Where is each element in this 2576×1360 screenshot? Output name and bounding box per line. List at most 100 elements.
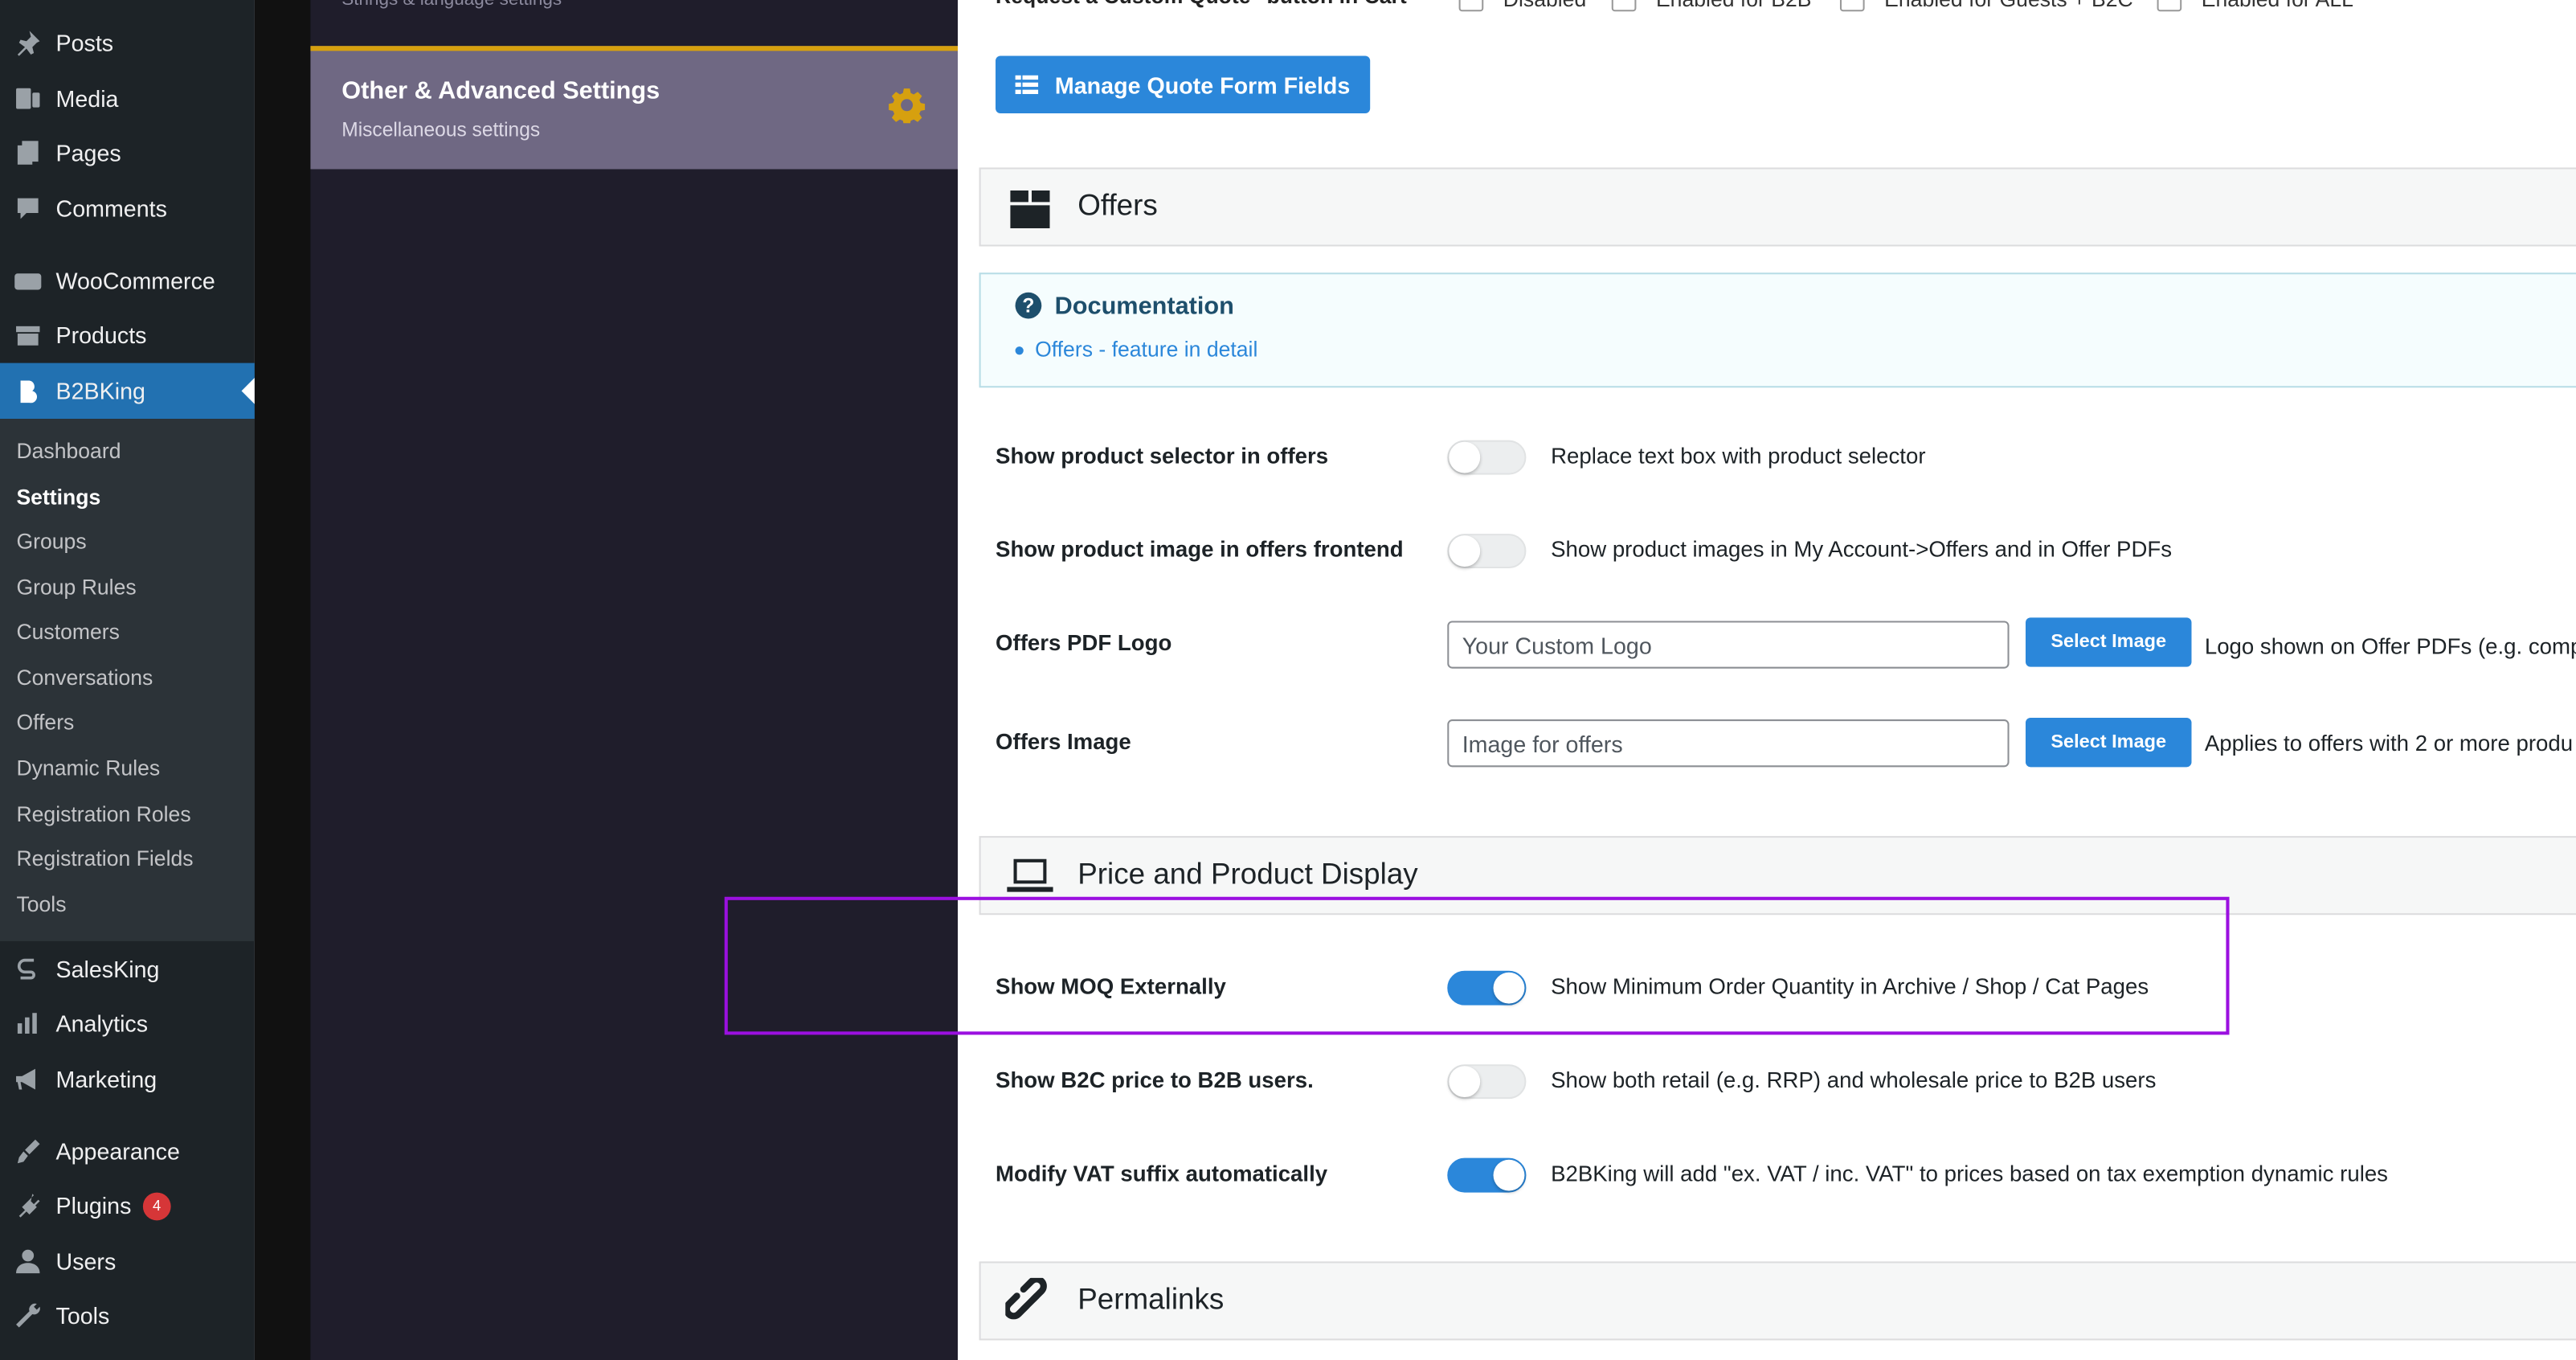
menu-marketing[interactable]: Marketing	[0, 1051, 255, 1107]
submenu-item-customers[interactable]: Customers	[16, 616, 120, 649]
documentation-box: ? Documentation Offers - feature in deta…	[979, 272, 2576, 388]
bullet-icon	[1015, 346, 1024, 355]
section-title: Offers	[1077, 189, 1158, 222]
list-icon	[1015, 74, 1039, 93]
wrench-icon	[0, 1301, 56, 1330]
products-icon	[0, 320, 56, 350]
option-label: Enabled for Guests + B2C	[1884, 0, 2133, 11]
product-selector-toggle[interactable]	[1447, 440, 1527, 475]
toggle-knob	[1449, 535, 1481, 567]
menu-pages[interactable]: Pages	[0, 125, 255, 180]
setting-description: Replace text box with product selector	[1551, 443, 1926, 469]
b2bking-icon	[0, 376, 56, 406]
permalinks-section-header: Permalinks	[979, 1261, 2576, 1341]
b2bking-submenu: Dashboard Settings Groups Group Rules Cu…	[0, 419, 255, 941]
menu-b2bking[interactable]: B2BKing	[0, 363, 255, 420]
setting-label: Offers PDF Logo	[996, 630, 1172, 656]
quote-option-disabled[interactable]: Disabled	[1458, 0, 1586, 12]
select-offer-image-button[interactable]: Select Image	[2025, 718, 2192, 768]
admin-sidebar: Posts Media Pages Comments WooCommerce P…	[0, 0, 255, 1360]
menu-label: WooCommerce	[55, 268, 215, 294]
documentation-link[interactable]: Offers - feature in detail	[1035, 337, 1257, 362]
menu-label: Appearance	[55, 1138, 180, 1165]
tab-title: Other & Advanced Settings	[341, 77, 660, 105]
plug-icon	[0, 1191, 56, 1221]
setting-description: Show both retail (e.g. RRP) and wholesal…	[1551, 1067, 2157, 1092]
menu-analytics[interactable]: Analytics	[0, 995, 255, 1051]
quote-option-b2b[interactable]: Enabled for B2B	[1611, 0, 1812, 12]
menu-label: Media	[55, 85, 119, 112]
quote-option-guests-b2c[interactable]: Enabled for Guests + B2C	[1839, 0, 2133, 12]
submenu-item-registration-fields[interactable]: Registration Fields	[16, 842, 193, 875]
checkbox-checked[interactable]	[1611, 0, 1637, 12]
pdf-logo-input[interactable]	[1447, 621, 2010, 669]
menu-label: Pages	[55, 139, 121, 166]
setting-label: Show B2C price to B2B users.	[996, 1067, 1314, 1092]
select-logo-image-button[interactable]: Select Image	[2025, 617, 2192, 667]
pages-icon	[0, 138, 56, 168]
setting-description: B2BKing will add "ex. VAT / inc. VAT" to…	[1551, 1161, 2388, 1186]
b2c-price-toggle[interactable]	[1447, 1064, 1527, 1100]
submenu-item-group-rules[interactable]: Group Rules	[16, 571, 136, 604]
option-label: Disabled	[1503, 0, 1586, 11]
analytics-icon	[0, 1009, 56, 1038]
menu-products[interactable]: Products	[0, 307, 255, 363]
offers-section-header: Offers	[979, 167, 2576, 247]
tab-other-advanced-settings[interactable]: Other & Advanced Settings Miscellaneous …	[310, 46, 959, 170]
vat-suffix-toggle[interactable]	[1447, 1157, 1527, 1193]
menu-label: Products	[55, 322, 147, 349]
media-icon	[0, 84, 56, 113]
submenu-item-conversations[interactable]: Conversations	[16, 662, 153, 695]
comments-icon	[0, 194, 56, 223]
offers-image-input[interactable]	[1447, 719, 2010, 768]
submenu-item-registration-roles[interactable]: Registration Roles	[16, 798, 190, 831]
link-icon	[1005, 1277, 1047, 1320]
setting-description: Applies to offers with 2 or more produ	[2204, 731, 2574, 756]
tab-subtitle: Miscellaneous settings	[341, 118, 541, 141]
menu-plugins[interactable]: Plugins 4	[0, 1178, 255, 1233]
product-image-toggle[interactable]	[1447, 534, 1527, 569]
menu-label: Users	[55, 1248, 117, 1275]
settings-content: Request a Custom Quote" button in Cart D…	[958, 0, 2576, 1360]
toggle-knob	[1493, 1159, 1525, 1191]
submenu-item-dashboard[interactable]: Dashboard	[16, 436, 121, 469]
checkbox[interactable]	[2157, 0, 2182, 12]
gear-icon	[889, 88, 926, 124]
highlight-box	[724, 896, 2230, 1035]
manage-quote-form-fields-button[interactable]: Manage Quote Form Fields	[996, 55, 1371, 114]
menu-label: Comments	[55, 195, 167, 222]
submenu-item-groups[interactable]: Groups	[16, 526, 86, 559]
section-title: Price and Product Display	[1077, 857, 1418, 891]
menu-label: Plugins	[55, 1192, 132, 1219]
settings-tabs-panel: Strings & language settings Other & Adva…	[310, 0, 959, 1360]
tab-language-subtitle[interactable]: Strings & language settings	[341, 0, 562, 10]
menu-label: Analytics	[55, 1010, 149, 1037]
menu-woocommerce[interactable]: WooCommerce	[0, 253, 255, 309]
option-label: Enabled for B2B	[1656, 0, 1812, 11]
menu-media[interactable]: Media	[0, 71, 255, 126]
menu-comments[interactable]: Comments	[0, 181, 255, 236]
menu-label: SalesKing	[55, 956, 160, 983]
submenu-item-tools[interactable]: Tools	[16, 889, 66, 922]
menu-label: Marketing	[55, 1066, 157, 1092]
quote-option-all[interactable]: Enabled for ALL	[2157, 0, 2353, 12]
menu-salesking[interactable]: SalesKing	[0, 941, 255, 997]
checkbox[interactable]	[1839, 0, 1865, 12]
menu-appearance[interactable]: Appearance	[0, 1124, 255, 1179]
menu-users[interactable]: Users	[0, 1234, 255, 1289]
documentation-title: Documentation	[1054, 292, 1234, 321]
laptop-icon	[1007, 858, 1053, 892]
menu-label: Tools	[55, 1302, 110, 1329]
toggle-knob	[1449, 441, 1481, 473]
setting-label: Show product image in offers frontend	[996, 537, 1404, 562]
option-label: Enabled for ALL	[2202, 0, 2353, 11]
setting-label: Modify VAT suffix automatically	[996, 1161, 1328, 1186]
checkbox[interactable]	[1458, 0, 1484, 12]
submenu-item-offers[interactable]: Offers	[16, 707, 74, 739]
button-label: Manage Quote Form Fields	[1054, 71, 1351, 98]
section-title: Permalinks	[1077, 1282, 1225, 1316]
menu-posts[interactable]: Posts	[0, 14, 255, 70]
menu-tools[interactable]: Tools	[0, 1288, 255, 1343]
submenu-item-settings[interactable]: Settings	[16, 481, 100, 514]
submenu-item-dynamic-rules[interactable]: Dynamic Rules	[16, 752, 160, 785]
